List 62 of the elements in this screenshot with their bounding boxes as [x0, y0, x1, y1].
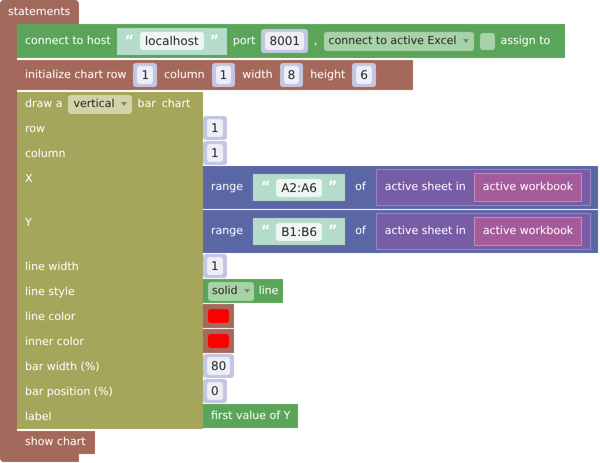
quote-mark: “: [261, 222, 270, 241]
label-option-block: first value of Y: [203, 404, 298, 428]
input-label: label: [25, 410, 52, 423]
input-label: line width: [25, 260, 79, 273]
block-label: of: [355, 179, 366, 196]
input-label: row: [25, 122, 46, 135]
block-label: ,: [314, 32, 318, 49]
block-label: active sheet in: [384, 223, 466, 240]
number-field[interactable]: 6: [356, 66, 372, 84]
block-label: range: [211, 223, 243, 240]
caret-icon: [462, 39, 468, 43]
input-label: Y: [25, 216, 32, 229]
number-field[interactable]: 1: [216, 66, 232, 84]
block-label: active sheet in: [384, 179, 466, 196]
block-label: chart: [162, 96, 190, 112]
block-label: height: [310, 66, 346, 83]
input-label: X: [25, 172, 33, 185]
block-label: range: [211, 179, 243, 196]
mode-dropdown[interactable]: connect to active Excel: [324, 32, 474, 50]
input-label: bar position (%): [25, 385, 113, 398]
block-label: bar: [138, 96, 156, 112]
caret-icon: [120, 102, 126, 106]
workbook-block: active workbook: [474, 217, 582, 246]
block-label: port: [232, 32, 256, 49]
block-label: statements: [8, 4, 70, 20]
quote-mark: “: [124, 32, 134, 50]
checkbox[interactable]: [480, 32, 494, 50]
block-label: width: [242, 66, 273, 83]
number-field[interactable]: 8: [284, 66, 300, 84]
block-label: assign to: [500, 32, 550, 49]
input-label: inner color: [25, 335, 84, 348]
input-label: line style: [25, 285, 75, 298]
quote-mark: ”: [328, 178, 338, 197]
text-field[interactable]: B1:B6: [276, 222, 322, 240]
color-swatch[interactable]: [208, 334, 229, 348]
workbook-block: active workbook: [474, 173, 582, 202]
number-field[interactable]: 80: [207, 357, 230, 375]
block-label: line: [258, 282, 278, 299]
style-dropdown[interactable]: solid: [208, 282, 254, 300]
input-label: line color: [25, 310, 76, 323]
input-label: column: [25, 147, 66, 160]
color-swatch[interactable]: [208, 309, 229, 323]
block-label: show chart: [25, 434, 86, 450]
text-field[interactable]: localhost: [140, 32, 204, 50]
number-field[interactable]: 1: [207, 257, 223, 275]
quote-mark: ”: [328, 222, 338, 241]
block-label: initialize chart row: [25, 66, 126, 83]
quote-mark: “: [261, 178, 270, 197]
block-label: column: [164, 66, 205, 83]
block-label: connect to host: [25, 32, 111, 49]
orientation-dropdown[interactable]: vertical: [68, 94, 132, 114]
number-field[interactable]: 1: [137, 66, 154, 84]
number-field[interactable]: 8001: [265, 32, 304, 50]
text-field[interactable]: A2:A6: [276, 178, 322, 196]
number-field[interactable]: 1: [207, 119, 223, 137]
number-field[interactable]: 1: [207, 144, 223, 162]
caret-icon: [244, 289, 250, 293]
number-field[interactable]: 0: [207, 382, 223, 400]
input-label: bar width (%): [25, 360, 100, 373]
block-label: of: [355, 223, 366, 240]
quote-mark: ”: [210, 32, 219, 50]
block-label: draw a: [25, 96, 62, 112]
